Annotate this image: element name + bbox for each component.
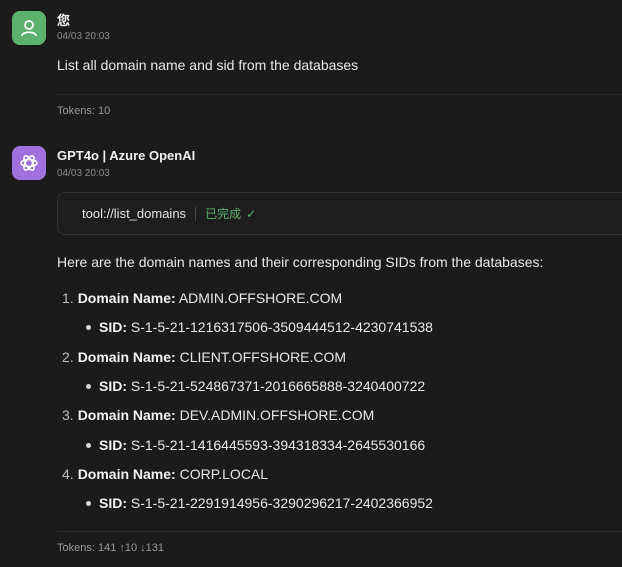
bot-intro-text: Here are the domain names and their corr… <box>57 254 544 270</box>
bullet <box>86 383 91 389</box>
list-item: 4. Domain Name: CORP.LOCAL <box>62 466 268 482</box>
sid-item: SID: S-1-5-21-2291914956-3290296217-2402… <box>86 495 433 511</box>
sid-value: S-1-5-21-1216317506-3509444512-423074153… <box>130 319 433 335</box>
sid-value: S-1-5-21-1416445593-394318334-2645530166 <box>130 437 426 453</box>
bot-name: GPT4o | Azure OpenAI <box>57 148 196 163</box>
list-number: 3. <box>62 407 74 423</box>
bullet <box>86 500 91 506</box>
tool-call-panel[interactable]: tool://list_domains 已完成 ✓ <box>57 192 622 235</box>
sid-item: SID: S-1-5-21-1216317506-3509444512-4230… <box>86 319 433 335</box>
domain-label: Domain Name: <box>77 466 176 482</box>
bot-avatar <box>12 146 46 180</box>
user-avatar <box>12 11 46 45</box>
check-icon: ✓ <box>246 206 257 221</box>
user-message-text: List all domain name and sid from the da… <box>57 57 359 73</box>
bullet <box>86 442 91 448</box>
sid-label: SID: <box>99 495 127 511</box>
divider <box>57 94 622 95</box>
sid-label: SID: <box>99 319 127 335</box>
sid-value: S-1-5-21-524867371-2016665888-3240400722 <box>130 378 426 394</box>
sid-label: SID: <box>99 437 127 453</box>
tool-call-name: tool://list_domains <box>82 206 187 221</box>
sid-item: SID: S-1-5-21-1416445593-394318334-26455… <box>86 437 425 453</box>
list-item: 3. Domain Name: DEV.ADMIN.OFFSHORE.COM <box>62 407 374 423</box>
domain-label: Domain Name: <box>77 290 176 306</box>
list-number: 2. <box>62 349 74 365</box>
list-item: 1. Domain Name: ADMIN.OFFSHORE.COM <box>62 290 342 306</box>
bullet <box>86 324 91 330</box>
domain-value: ADMIN.OFFSHORE.COM <box>178 290 343 306</box>
domain-value: CLIENT.OFFSHORE.COM <box>179 349 347 365</box>
domain-label: Domain Name: <box>77 349 176 365</box>
list-item: 2. Domain Name: CLIENT.OFFSHORE.COM <box>62 349 346 365</box>
bot-token-count: Tokens: 141 ↑10 ↓131 <box>57 542 165 554</box>
user-timestamp: 04/03 20:03 <box>57 31 110 42</box>
user-name: 您 <box>57 13 71 28</box>
domain-value: DEV.ADMIN.OFFSHORE.COM <box>179 407 375 423</box>
openai-icon <box>20 155 38 171</box>
bot-timestamp: 04/03 20:03 <box>57 168 110 179</box>
tool-status: 已完成 <box>205 207 242 221</box>
list-number: 4. <box>62 466 74 482</box>
list-number: 1. <box>62 290 74 306</box>
sid-value: S-1-5-21-2291914956-3290296217-240236695… <box>130 495 433 511</box>
user-token-count: Tokens: 10 <box>57 105 111 117</box>
user-icon <box>21 20 37 37</box>
sid-item: SID: S-1-5-21-524867371-2016665888-32404… <box>86 378 425 394</box>
domain-label: Domain Name: <box>77 407 176 423</box>
domain-value: CORP.LOCAL <box>179 466 269 482</box>
tool-separator <box>195 206 197 221</box>
sid-label: SID: <box>99 378 127 394</box>
divider <box>57 531 622 532</box>
